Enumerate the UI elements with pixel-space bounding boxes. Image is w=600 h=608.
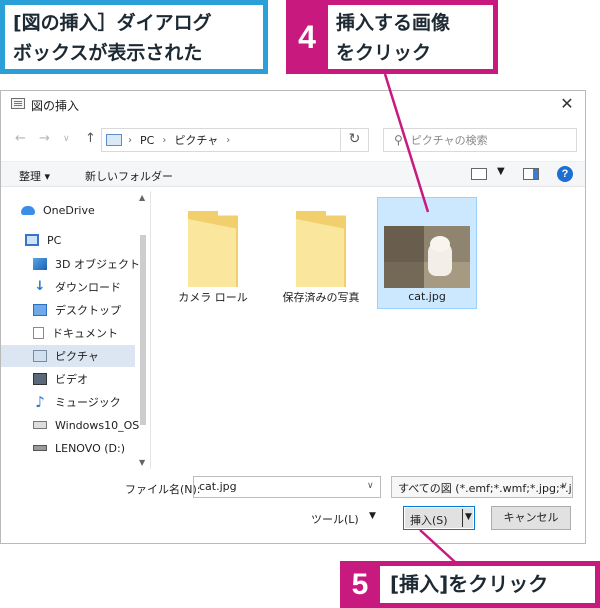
chevron-down-icon[interactable]: ∨: [561, 481, 568, 491]
sidebar-item-label: 3D オブジェクト: [55, 258, 140, 271]
pictures-icon: [33, 350, 47, 362]
document-icon: [33, 327, 44, 339]
callout-step5: 5 [挿入]をクリック: [340, 561, 600, 608]
file-item-camera-roll[interactable]: カメラ ロール: [163, 197, 263, 309]
view-options-icon[interactable]: [471, 168, 487, 180]
sidebar-item-label: ビデオ: [55, 373, 88, 386]
pc-icon: [25, 234, 39, 246]
sidebar-item-label: OneDrive: [43, 203, 95, 217]
sidebar-item-label: LENOVO (D:): [55, 441, 126, 455]
music-icon: ♪: [35, 393, 45, 411]
preview-pane-icon[interactable]: [523, 168, 539, 180]
organize-menu[interactable]: 整理 ▾: [19, 168, 50, 184]
title-bar: 図の挿入 ✕: [1, 91, 585, 119]
step4-number: 4: [298, 18, 316, 55]
breadcrumb-pictures[interactable]: ピクチャ: [174, 132, 218, 148]
up-arrow-icon[interactable]: ↑: [85, 131, 96, 146]
dialog-footer: ファイル名(N): cat.jpg ∨ すべての図 (*.emf;*.wmf;*…: [1, 473, 585, 543]
file-label: cat.jpg: [408, 290, 446, 303]
tools-dropdown-icon[interactable]: ▼: [369, 511, 376, 521]
toolbar: 整理 ▾ 新しいフォルダー ▼ ?: [1, 161, 585, 187]
close-button[interactable]: ✕: [555, 93, 579, 115]
step5-number: 5: [351, 567, 369, 601]
cloud-icon: [21, 205, 35, 215]
sidebar-item-label: ピクチャ: [55, 350, 99, 363]
scrollbar-thumb[interactable]: [140, 235, 146, 425]
forward-arrow-icon[interactable]: →: [39, 131, 50, 146]
file-label: カメラ ロール: [178, 291, 248, 304]
sidebar-item-label: Windows10_OS (: [55, 418, 143, 432]
video-icon: [33, 373, 47, 385]
step5-text: [挿入]をクリック: [380, 566, 595, 603]
help-icon[interactable]: ?: [557, 166, 573, 182]
cube-icon: [33, 258, 47, 270]
tools-menu[interactable]: ツール(L): [311, 511, 359, 527]
refresh-icon[interactable]: ↻: [340, 128, 368, 152]
sidebar-item-windows-drive[interactable]: Windows10_OS (: [33, 414, 143, 436]
callout-dialog-shown-text: [図の挿入］ダイアログ ボックスが表示された: [5, 5, 263, 69]
chevron-down-icon[interactable]: ∨: [367, 481, 374, 491]
sidebar-item-pictures[interactable]: ピクチャ: [1, 345, 135, 367]
step4-text: 挿入する画像 をクリック: [328, 5, 493, 69]
search-placeholder: ピクチャの検索: [410, 134, 488, 147]
dialog-icon: [11, 98, 25, 109]
split-divider: [462, 509, 463, 527]
address-row: ← → ∨ ↑ › PC › ピクチャ › ↻ ⚲ ピクチャの検索: [1, 125, 585, 155]
file-item-cat-jpg[interactable]: cat.jpg: [377, 197, 477, 309]
filename-label: ファイル名(N):: [125, 483, 201, 496]
sidebar-item-label: ドキュメント: [52, 327, 118, 340]
desktop-icon: [33, 304, 47, 316]
chevron-right-icon: ›: [226, 134, 231, 146]
dialog-title: 図の挿入: [31, 99, 80, 113]
sidebar-item-label: ミュージック: [55, 396, 121, 409]
insert-dropdown-icon[interactable]: ▼: [465, 512, 472, 522]
back-arrow-icon[interactable]: ←: [15, 131, 26, 146]
folder-icon: [296, 211, 346, 287]
file-type-select[interactable]: すべての図 (*.emf;*.wmf;*.jpg;*.jf: [391, 476, 573, 498]
callout-dialog-shown: [図の挿入］ダイアログ ボックスが表示された: [0, 0, 268, 74]
file-item-saved-pictures[interactable]: 保存済みの写真: [271, 197, 371, 309]
chevron-right-icon: ›: [128, 134, 132, 146]
chevron-right-icon: ›: [162, 134, 167, 146]
insert-picture-dialog: 図の挿入 ✕ ← → ∨ ↑ › PC › ピクチャ › ↻ ⚲ ピクチャの検索…: [0, 90, 586, 544]
recent-locations-icon[interactable]: ∨: [63, 134, 70, 144]
cat-thumbnail: [384, 226, 470, 288]
sidebar-item-label: デスクトップ: [55, 304, 121, 317]
sidebar-item-label: ダウンロード: [55, 281, 121, 294]
scroll-up-icon[interactable]: ▲: [139, 193, 145, 202]
scroll-down-icon[interactable]: ▼: [139, 458, 145, 467]
cancel-button[interactable]: キャンセル: [491, 506, 571, 530]
filename-field[interactable]: cat.jpg: [193, 476, 381, 498]
drive-icon: [33, 445, 47, 451]
sidebar-scrollbar[interactable]: ▲ ▼: [138, 191, 148, 469]
callout-step4: 4 挿入する画像 をクリック: [286, 0, 498, 74]
search-icon: ⚲: [394, 133, 403, 147]
drive-icon: [33, 421, 47, 429]
view-dropdown-icon[interactable]: ▼: [497, 166, 505, 177]
insert-button-label: 挿入(S): [410, 514, 448, 527]
file-list: カメラ ロール 保存済みの写真 cat.jpg: [153, 191, 583, 469]
breadcrumb-pc[interactable]: PC: [140, 134, 154, 147]
search-input[interactable]: ⚲ ピクチャの検索: [383, 128, 577, 152]
address-bar[interactable]: › PC › ピクチャ ›: [101, 128, 369, 152]
pc-small-icon: [106, 134, 122, 146]
new-folder-button[interactable]: 新しいフォルダー: [85, 168, 173, 184]
navigation-pane: OneDrive PC 3D オブジェクト ↓ ダウンロード デスクトップ ドキ…: [1, 191, 151, 469]
sidebar-item-label: PC: [47, 233, 62, 247]
folder-icon: [188, 211, 238, 287]
sidebar-item-onedrive[interactable]: OneDrive: [21, 199, 155, 221]
insert-button[interactable]: 挿入(S) ▼: [403, 506, 475, 530]
file-label: 保存済みの写真: [282, 291, 360, 304]
download-icon: ↓: [34, 279, 46, 294]
